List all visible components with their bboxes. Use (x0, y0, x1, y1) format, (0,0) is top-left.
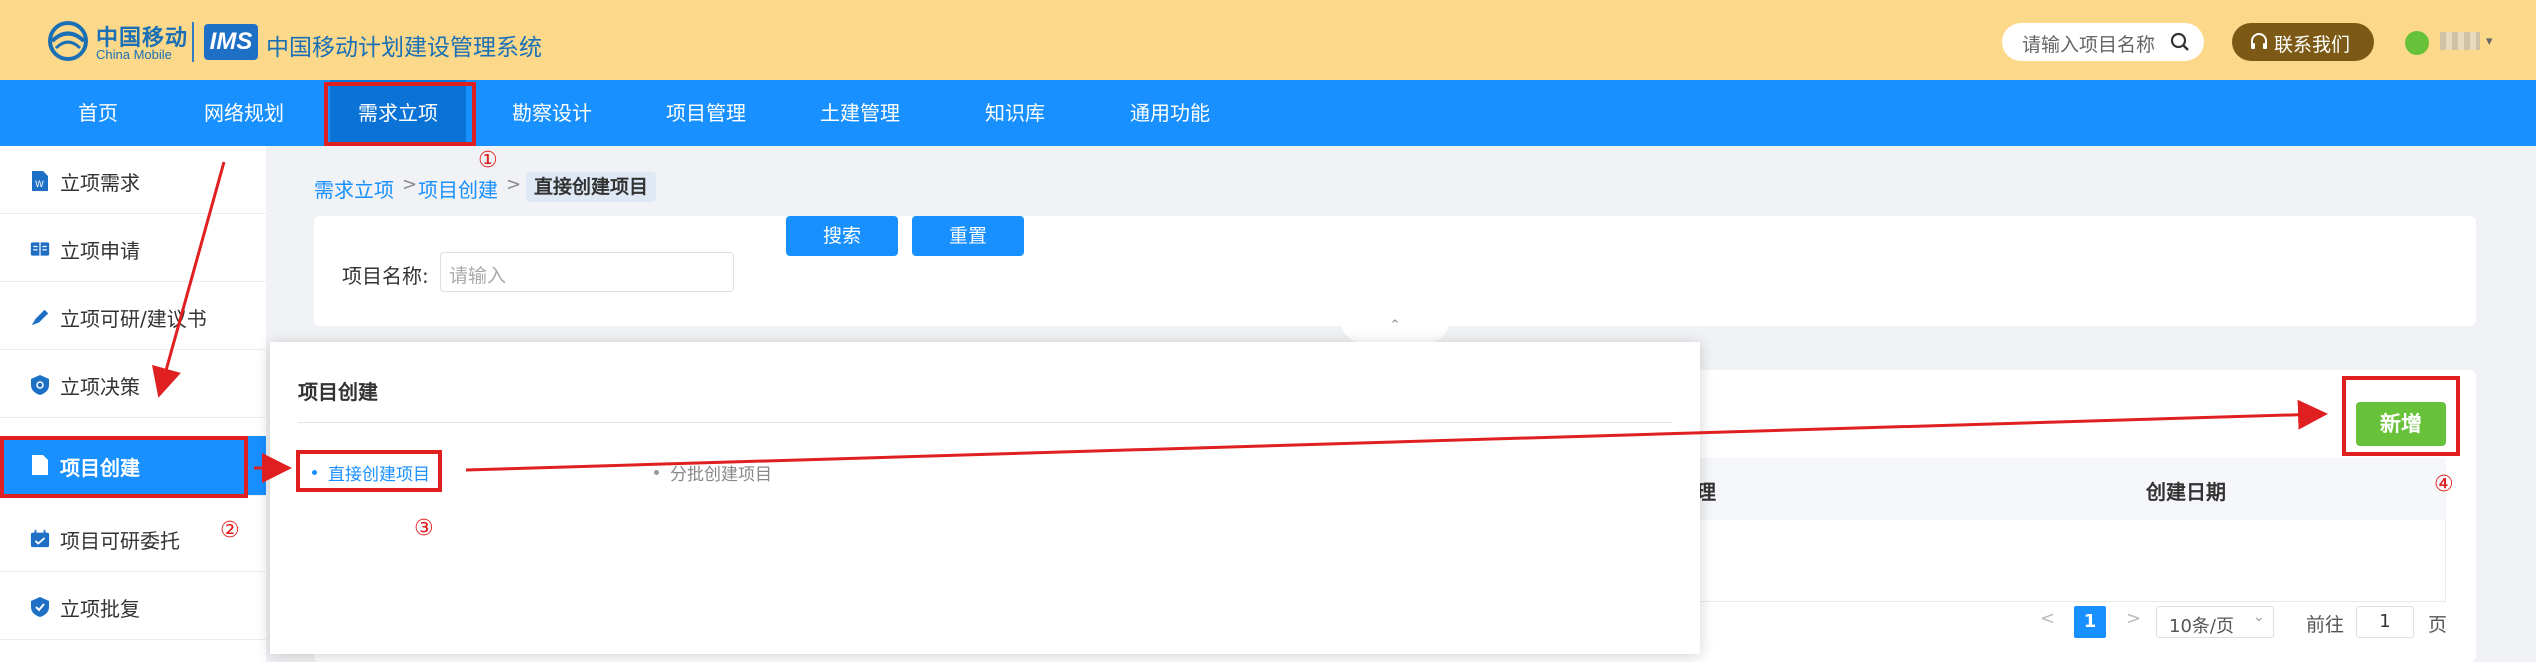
china-mobile-logo-icon (48, 21, 88, 61)
sidebar: W 立项需求 立项申请 立项可研/建议书 立项决策 项目创建 项目可研委托 立项… (0, 146, 266, 662)
contact-us-button[interactable]: 联系我们 (2232, 23, 2374, 61)
sidebar-item-label: 立项可研/建议书 (60, 307, 207, 331)
goto-label: 前往 (2306, 614, 2345, 636)
batch-create-option[interactable]: 分批创建项目 (670, 460, 772, 485)
user-avatar[interactable] (2405, 31, 2429, 55)
sidebar-item-approval[interactable]: 立项批复 (0, 572, 266, 640)
annotation-box-2 (0, 436, 248, 498)
nav-item-home[interactable]: 首页 (52, 80, 144, 146)
search-placeholder: 请输入项目名称 (2022, 34, 2156, 56)
project-create-popup: 项目创建 直接创建项目 分批创建项目 (270, 342, 1700, 654)
nav-item-survey-design[interactable]: 勘察设计 (504, 80, 600, 146)
sidebar-item-label: 立项申请 (60, 239, 140, 263)
pagination-prev-button[interactable]: < (2040, 608, 2055, 629)
popup-divider (298, 422, 1672, 423)
bullet-dot (654, 470, 659, 475)
reset-button[interactable]: 重置 (912, 216, 1024, 256)
page-suffix-label: 页 (2428, 614, 2448, 636)
logo-divider (192, 22, 194, 62)
search-form-card: 项目名称: 请输入 搜索 重置 (314, 216, 2476, 326)
project-name-label: 项目名称: (342, 264, 429, 288)
contact-us-label: 联系我们 (2274, 34, 2351, 56)
pen-icon (31, 309, 49, 326)
project-name-input[interactable]: 请输入 (440, 252, 734, 292)
goto-page-input[interactable]: 1 (2356, 606, 2414, 638)
page-size-value: 10条/页 (2169, 616, 2234, 637)
breadcrumb-item[interactable]: 需求立项 (314, 174, 394, 203)
project-name-placeholder: 请输入 (449, 265, 507, 287)
user-name-blurred[interactable] (2440, 32, 2480, 50)
page-size-select[interactable]: 10条/页 ⌄ (2156, 606, 2274, 638)
annotation-number-3: ③ (414, 516, 434, 541)
pagination-page-1[interactable]: 1 (2074, 606, 2106, 638)
shield-search-icon (31, 375, 49, 395)
pagination-next-button[interactable]: > (2126, 608, 2141, 629)
global-search-input[interactable]: 请输入项目名称 (2002, 23, 2204, 61)
svg-text:W: W (35, 180, 44, 190)
sidebar-item-label: 项目可研委托 (60, 529, 180, 553)
search-button[interactable]: 搜索 (786, 216, 898, 256)
chevron-down-icon[interactable]: ▾ (2486, 34, 2493, 49)
annotation-box-1 (324, 82, 476, 146)
annotation-box-4 (2342, 376, 2460, 456)
book-icon (30, 242, 50, 256)
nav-item-knowledge-base[interactable]: 知识库 (972, 80, 1058, 146)
word-doc-icon: W (32, 171, 48, 191)
annotation-number-1: ① (478, 148, 498, 173)
breadcrumb-item[interactable]: 项目创建 (418, 174, 498, 203)
breadcrumb-current: 直接创建项目 (526, 172, 657, 202)
nav-item-civil-management[interactable]: 土建管理 (812, 80, 908, 146)
calendar-check-icon (30, 529, 50, 548)
top-header: 中国移动 China Mobile IMS 中国移动计划建设管理系统 请输入项目… (0, 0, 2536, 80)
nav-item-project-management[interactable]: 项目管理 (658, 80, 754, 146)
sidebar-item-label: 立项需求 (60, 171, 140, 195)
popup-title: 项目创建 (298, 380, 378, 404)
nav-item-common-functions[interactable]: 通用功能 (1122, 80, 1218, 146)
search-icon[interactable] (2170, 32, 2190, 52)
headset-icon (2251, 33, 2267, 49)
sidebar-item-label: 立项批复 (60, 597, 140, 621)
sidebar-item-decision[interactable]: 立项决策 (0, 350, 266, 418)
ims-badge: IMS (204, 24, 258, 60)
shield-check-icon (31, 597, 49, 617)
annotation-number-2: ② (220, 518, 240, 543)
nav-item-network-planning[interactable]: 网络规划 (196, 80, 292, 146)
breadcrumb-separator: > (402, 174, 418, 195)
sidebar-item-demand[interactable]: W 立项需求 (0, 146, 266, 214)
sidebar-item-feasibility[interactable]: 立项可研/建议书 (0, 282, 266, 350)
annotation-box-3 (296, 450, 442, 492)
breadcrumb-separator: > (506, 174, 522, 195)
table-header-created-date: 创建日期 (2146, 480, 2226, 504)
annotation-number-4: ④ (2434, 472, 2454, 497)
sidebar-item-label: 立项决策 (60, 375, 140, 399)
collapse-toggle[interactable]: ⌃ (1340, 318, 1450, 344)
sidebar-item-application[interactable]: 立项申请 (0, 214, 266, 282)
brand-name-en: China Mobile (96, 47, 172, 62)
chevron-down-icon: ⌄ (2253, 609, 2265, 625)
system-title: 中国移动计划建设管理系统 (266, 35, 542, 61)
